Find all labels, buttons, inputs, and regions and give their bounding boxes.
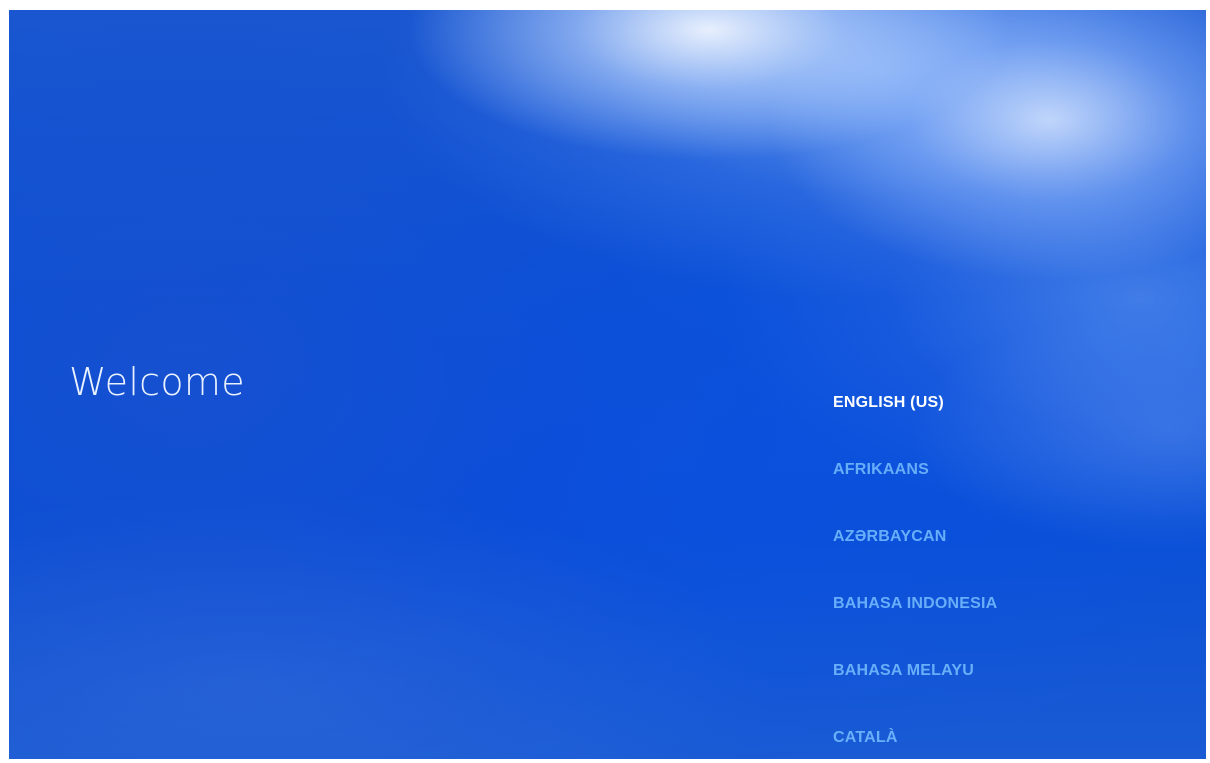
page-title: Welcome <box>69 360 245 404</box>
language-label: BAHASA INDONESIA <box>833 595 998 612</box>
language-label: CATALÀ <box>833 729 898 746</box>
language-label: BAHASA MELAYU <box>833 662 974 679</box>
setup-screen: Welcome ENGLISH (US) AFRIKAANS AZƏRBAYCA… <box>9 10 1206 759</box>
language-label: AZƏRBAYCAN <box>833 528 947 545</box>
language-label: ENGLISH (US) <box>833 394 944 411</box>
language-label: AFRIKAANS <box>833 461 930 478</box>
